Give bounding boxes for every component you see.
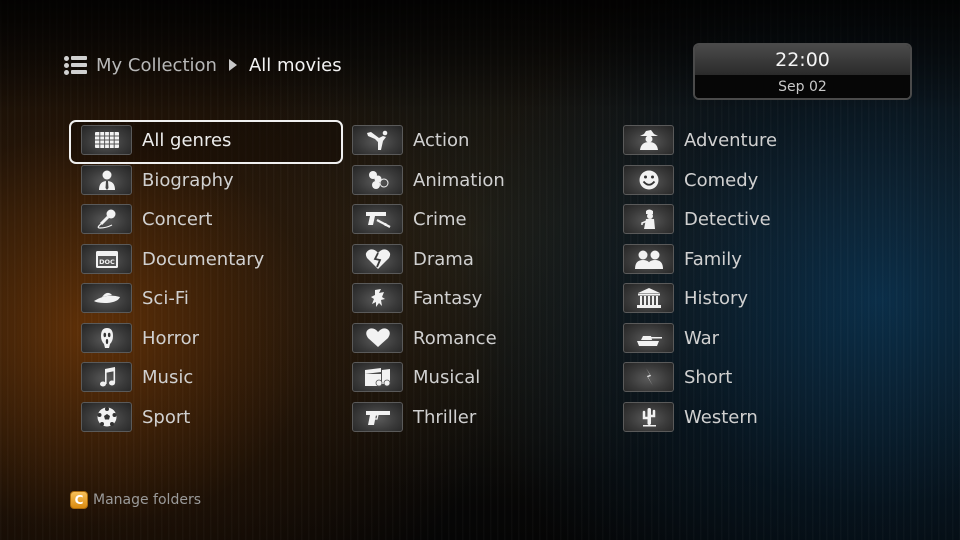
genre-label: Crime xyxy=(413,208,467,230)
clock-time: 22:00 xyxy=(695,45,910,75)
broken-heart-icon xyxy=(352,244,403,274)
breadcrumb-root[interactable]: My Collection xyxy=(96,55,217,76)
genre-item-all-genres[interactable]: All genres xyxy=(69,120,351,164)
genre-item-fantasy[interactable]: Fantasy xyxy=(352,278,622,318)
genre-item-sport[interactable]: Sport xyxy=(81,397,351,437)
genre-label: Family xyxy=(684,248,742,270)
genre-item-musical[interactable]: Musical xyxy=(352,357,622,397)
genre-label: History xyxy=(684,287,749,309)
genre-item-animation[interactable]: Animation xyxy=(352,160,622,200)
genre-item-romance[interactable]: Romance xyxy=(352,318,622,358)
two-people-icon xyxy=(623,244,674,274)
list-icon xyxy=(64,55,88,75)
genre-item-drama[interactable]: Drama xyxy=(352,239,622,279)
genre-item-sci-fi[interactable]: Sci-Fi xyxy=(81,278,351,318)
genre-item-documentary[interactable]: DOC Documentary xyxy=(81,239,351,279)
manage-folders-label: Manage folders xyxy=(93,492,201,508)
soccer-ball-icon xyxy=(81,402,132,432)
microphone-icon xyxy=(81,204,132,234)
gun-syringe-icon xyxy=(352,204,403,234)
genre-label: All genres xyxy=(142,129,232,151)
genre-item-adventure[interactable]: Adventure xyxy=(623,120,893,160)
genre-item-history[interactable]: History xyxy=(623,278,893,318)
genre-label: Adventure xyxy=(684,129,778,151)
color-key-c-icon: C xyxy=(70,491,88,509)
genre-label: Biography xyxy=(142,169,234,191)
genre-item-action[interactable]: Action xyxy=(352,120,622,160)
genre-label: Sport xyxy=(142,406,191,428)
genre-label: Short xyxy=(684,366,733,388)
svg-text:DOC: DOC xyxy=(99,258,115,266)
genre-label: Music xyxy=(142,366,194,388)
dragon-icon xyxy=(352,283,403,313)
genre-label: Thriller xyxy=(413,406,477,428)
genre-label: War xyxy=(684,327,720,349)
genre-item-comedy[interactable]: Comedy xyxy=(623,160,893,200)
music-note-icon xyxy=(81,362,132,392)
explorer-hat-icon xyxy=(623,125,674,155)
doc-folder-icon: DOC xyxy=(81,244,132,274)
genre-label: Detective xyxy=(684,208,771,230)
karate-kick-icon xyxy=(352,125,403,155)
pistol-icon xyxy=(352,402,403,432)
genre-item-music[interactable]: Music xyxy=(81,357,351,397)
genre-item-concert[interactable]: Concert xyxy=(81,199,351,239)
genre-item-western[interactable]: Western xyxy=(623,397,893,437)
genre-label: Action xyxy=(413,129,470,151)
genre-label: Animation xyxy=(413,169,505,191)
genre-item-thriller[interactable]: Thriller xyxy=(352,397,622,437)
breadcrumb-current: All movies xyxy=(248,54,342,76)
cartoon-mouse-icon xyxy=(352,165,403,195)
scream-mask-icon xyxy=(81,323,132,353)
grid-icon xyxy=(81,125,132,155)
tank-icon xyxy=(623,323,674,353)
genre-label: Western xyxy=(684,406,758,428)
genre-label: Sci-Fi xyxy=(142,287,189,309)
ufo-icon xyxy=(81,283,132,313)
genre-label: Drama xyxy=(413,248,474,270)
genre-item-detective[interactable]: Detective xyxy=(623,199,893,239)
clock-widget: 22:00 Sep 02 xyxy=(693,43,912,100)
clock-date: Sep 02 xyxy=(695,75,910,98)
genre-item-family[interactable]: Family xyxy=(623,239,893,279)
smiley-icon xyxy=(623,165,674,195)
clapper-music-icon xyxy=(352,362,403,392)
triangle-right-icon xyxy=(228,59,237,71)
breadcrumb: My Collection All movies xyxy=(64,52,342,78)
footer-hint[interactable]: C Manage folders xyxy=(70,491,201,509)
lightning-icon xyxy=(623,362,674,392)
genre-label: Documentary xyxy=(142,248,265,270)
genre-label: Fantasy xyxy=(413,287,483,309)
temple-icon xyxy=(623,283,674,313)
genre-label: Comedy xyxy=(684,169,759,191)
genre-item-crime[interactable]: Crime xyxy=(352,199,622,239)
genre-item-war[interactable]: War xyxy=(623,318,893,358)
cactus-icon xyxy=(623,402,674,432)
sherlock-icon xyxy=(623,204,674,234)
genre-label: Musical xyxy=(413,366,481,388)
genre-label: Horror xyxy=(142,327,200,349)
genre-item-short[interactable]: Short xyxy=(623,357,893,397)
person-tie-icon xyxy=(81,165,132,195)
genre-item-horror[interactable]: Horror xyxy=(81,318,351,358)
genre-label: Romance xyxy=(413,327,497,349)
heart-icon xyxy=(352,323,403,353)
genre-item-biography[interactable]: Biography xyxy=(81,160,351,200)
genre-label: Concert xyxy=(142,208,213,230)
